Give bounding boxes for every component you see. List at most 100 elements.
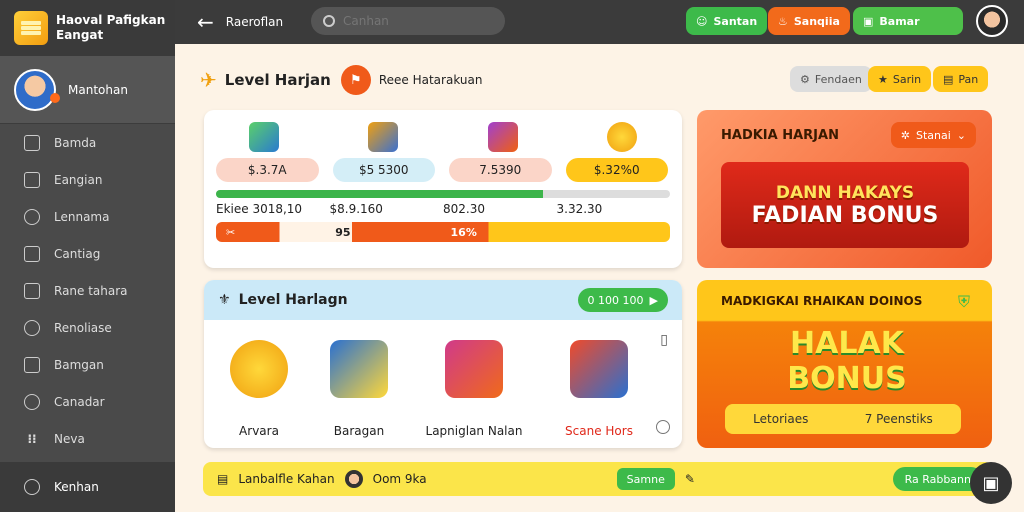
stat-row: Ekiee 3018,10 $8.9.160 802.30 3.32.30	[204, 198, 682, 216]
search-icon	[323, 15, 335, 27]
calendar-icon	[24, 171, 40, 188]
spark-icon: ✲	[900, 128, 910, 142]
bonus-banner[interactable]: DANN HAKAYS FADIAN BONUS	[721, 162, 969, 248]
item-tile[interactable]: Baragan	[304, 340, 414, 438]
sidebar: Haoval Pafigkan Eangat Mantohan Bamda Ea…	[0, 0, 175, 512]
banner-line-2: FADIAN BONUS	[751, 202, 939, 228]
brand[interactable]: Haoval Pafigkan Eangat	[0, 0, 175, 56]
bookmark-icon[interactable]: ▯	[660, 332, 668, 348]
bonus-action-bar[interactable]: Letoriaes 7 Peenstiks	[725, 404, 961, 434]
header-button-3[interactable]: ▤ Pan	[933, 66, 989, 92]
coin-icon	[607, 122, 638, 152]
wallet-icon[interactable]: ▣	[970, 462, 1012, 504]
sidebar-item-6[interactable]: Bamgan	[0, 346, 175, 383]
clock-icon	[24, 479, 40, 495]
promo-badge[interactable]: ✲ Stanai ⌄	[890, 122, 976, 148]
topbar-button-2[interactable]: ♨ Sanqiia	[768, 7, 850, 35]
list-icon: ▤	[217, 472, 229, 486]
bonus-headline: HALAK BONUS	[767, 326, 927, 396]
item-label: Baragan	[333, 424, 385, 438]
footer-badge-label: Samne	[626, 472, 665, 486]
stat-value: $8.9.160	[329, 202, 383, 216]
users-icon	[24, 208, 40, 225]
sidebar-item-8[interactable]: ⁝⁝ Neva	[0, 420, 175, 457]
sidebar-item-3[interactable]: Cantiag	[0, 235, 175, 272]
back-arrow-icon[interactable]: ←	[197, 10, 214, 34]
brand-line-1: Haoval Pafigkan	[56, 13, 166, 27]
progress-fill	[216, 190, 543, 198]
avatar[interactable]	[14, 68, 60, 111]
brand-line-2: Eangat	[56, 28, 104, 42]
footer-bar: ▤ Lanbalfle Kahan Oom 9ka Samne ✎ Ra Rab…	[203, 462, 993, 496]
sidebar-item-label: Cantiag	[54, 246, 101, 261]
promo-badge-label: Stanai	[915, 128, 951, 142]
play-icon: ▶	[649, 293, 658, 307]
sidebar-item-7[interactable]: Canadar	[0, 383, 175, 420]
footer-user: Oom 9ka	[372, 472, 427, 486]
sidebar-item-1[interactable]: Eangian	[0, 161, 175, 198]
chart-icon	[24, 282, 40, 299]
stat-pill: 7.5390	[449, 158, 552, 182]
items-card-title: Level Harlagn	[238, 292, 348, 308]
chevron-down-icon: ⌄	[956, 128, 966, 142]
header-button-label: Pan	[958, 72, 979, 86]
sidebar-item-label: Renoliase	[54, 320, 112, 335]
search-box[interactable]	[311, 7, 505, 35]
dashboard-icon	[24, 134, 40, 151]
tools-icon	[24, 319, 40, 336]
fire-badge-icon: ⚑	[340, 65, 371, 95]
item-tile[interactable]: Scane Hors	[544, 340, 654, 438]
stat-value: 3.32.30	[556, 202, 603, 216]
level-bar-label: 16%	[450, 225, 477, 239]
filter-icon: ⚙	[800, 72, 810, 86]
topbar-button-3[interactable]: ▣ Bamar	[853, 7, 963, 35]
promo-card-1: HADKIA HARJAN ✲ Stanai ⌄ DANN HAKAYS FADIA…	[697, 110, 992, 268]
stat-value: 802.30	[443, 202, 485, 216]
footer-right-label: Ra Rabbann	[904, 472, 971, 486]
tools-icon: ✂	[226, 225, 236, 239]
sidebar-nav: Bamda Eangian Lennama Cantiag Rane tahar…	[0, 124, 175, 457]
info-icon[interactable]	[656, 420, 670, 434]
header-button-label: Sarin	[892, 72, 922, 86]
cube-icon	[368, 122, 399, 152]
brand-title: Haoval Pafigkan Eangat	[56, 13, 165, 43]
sidebar-item-label: Rane tahara	[54, 283, 128, 298]
footer-badge[interactable]: Samne	[616, 468, 675, 490]
bag-icon: ▤	[943, 72, 954, 86]
sidebar-item-label: Bamgan	[54, 357, 104, 372]
sidebar-item-0[interactable]: Bamda	[0, 124, 175, 161]
flag-icon: ✈	[200, 68, 217, 92]
topbar: ← Raeroflan ☺ Santan ♨ Sanqiia ▣ Bamar	[175, 0, 1024, 44]
sidebar-bottom-item[interactable]: Kenhan	[0, 462, 175, 512]
sidebar-item-label: Canadar	[54, 394, 105, 409]
topbar-button-1[interactable]: ☺ Santan	[686, 7, 768, 35]
promo-title: MADKIGKAI RHAIKAN DOINOS	[721, 294, 923, 308]
item-tile[interactable]: Lapniglan Nalan	[404, 340, 544, 438]
sidebar-item-4[interactable]: Rane tahara	[0, 272, 175, 309]
badge-icon	[330, 340, 388, 398]
profile[interactable]: Mantohan	[0, 56, 175, 124]
header-button-1[interactable]: ⚙ Fendaen	[790, 66, 872, 92]
sidebar-bottom-label: Kenhan	[54, 480, 99, 494]
footer-avatar	[344, 470, 363, 488]
star-icon: ★	[878, 72, 888, 86]
banner-line-1: DANN HAKAYS	[775, 182, 915, 203]
item-tile[interactable]: Arvara	[204, 340, 314, 438]
sidebar-item-5[interactable]: Renoliase	[0, 309, 175, 346]
sidebar-item-label: Lennama	[54, 209, 110, 224]
promo-card-2: MADKIGKAI RHAIKAN DOINOS ⛨ HALAK BONUS L…	[697, 280, 992, 448]
stat-pill: $.3.7A	[216, 158, 319, 182]
user-avatar[interactable]	[976, 5, 1008, 37]
progress-track	[216, 190, 670, 198]
crown-icon: ⚜	[218, 292, 231, 308]
items-card: ⚜ Level Harlagn 0 100 100 ▶ Arvara Barag…	[204, 280, 682, 448]
bonus-action-left: Letoriaes	[753, 412, 809, 426]
sidebar-item-2[interactable]: Lennama	[0, 198, 175, 235]
header-button-2[interactable]: ★ Sarin	[868, 66, 932, 92]
grid-icon	[24, 245, 40, 262]
person-icon: ☺	[696, 14, 708, 28]
topbar-button-label: Santan	[713, 14, 758, 28]
search-input[interactable]	[343, 14, 483, 28]
items-badge[interactable]: 0 100 100 ▶	[577, 288, 668, 312]
edit-icon[interactable]: ✎	[685, 472, 695, 486]
